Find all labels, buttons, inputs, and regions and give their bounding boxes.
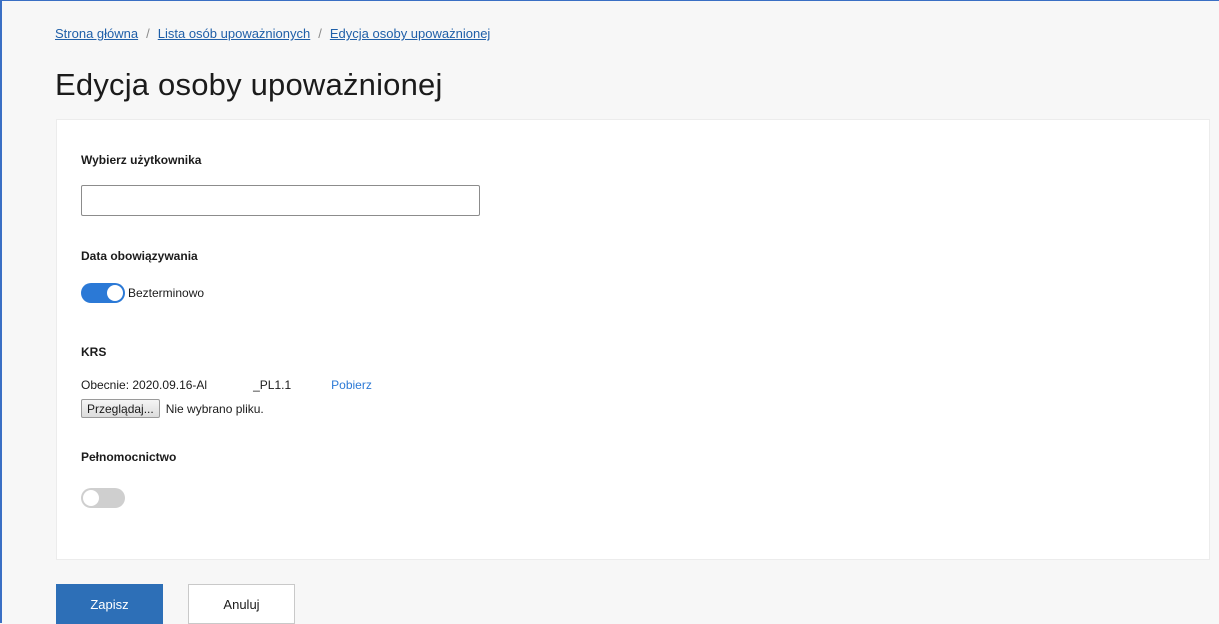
breadcrumb-list-link[interactable]: Lista osób upoważnionych (158, 26, 311, 41)
breadcrumb-separator: / (146, 26, 150, 41)
toggle-knob (83, 490, 99, 506)
cancel-button[interactable]: Anuluj (188, 584, 295, 624)
save-button[interactable]: Zapisz (56, 584, 163, 624)
krs-current-file: Obecnie: 2020.09.16-Al _PL1.1 Pobierz (81, 378, 372, 392)
power-of-attorney-label: Pełnomocnictwo (81, 450, 177, 464)
breadcrumb-home-link[interactable]: Strona główna (55, 26, 138, 41)
page-title: Edycja osoby upoważnionej (55, 67, 443, 102)
breadcrumb-current-link[interactable]: Edycja osoby upoważnionej (330, 26, 490, 41)
krs-file-picker: Przeglądaj... Nie wybrano pliku. (81, 399, 264, 418)
krs-current-prefix: Obecnie: 2020.09.16-Al (81, 378, 208, 392)
validity-label: Data obowiązywania (81, 249, 198, 263)
validity-toggle[interactable] (81, 283, 125, 303)
user-select-label: Wybierz użytkownika (81, 153, 202, 167)
krs-label: KRS (81, 345, 107, 359)
krs-download-link[interactable]: Pobierz (331, 378, 372, 392)
toggle-knob (107, 285, 123, 301)
form-card: Wybierz użytkownika Data obowiązywania B… (56, 119, 1210, 560)
krs-file-status: Nie wybrano pliku. (165, 401, 264, 416)
app-frame: Strona główna / Lista osób upoważnionych… (0, 0, 1219, 624)
krs-browse-button[interactable]: Przeglądaj... (81, 399, 160, 418)
breadcrumb-separator: / (318, 26, 322, 41)
user-select-input[interactable] (81, 185, 480, 216)
krs-current-suffix: _PL1.1 (253, 378, 292, 392)
power-of-attorney-toggle[interactable] (81, 488, 125, 508)
validity-toggle-label: Bezterminowo (128, 286, 205, 300)
breadcrumb: Strona główna / Lista osób upoważnionych… (55, 26, 490, 41)
